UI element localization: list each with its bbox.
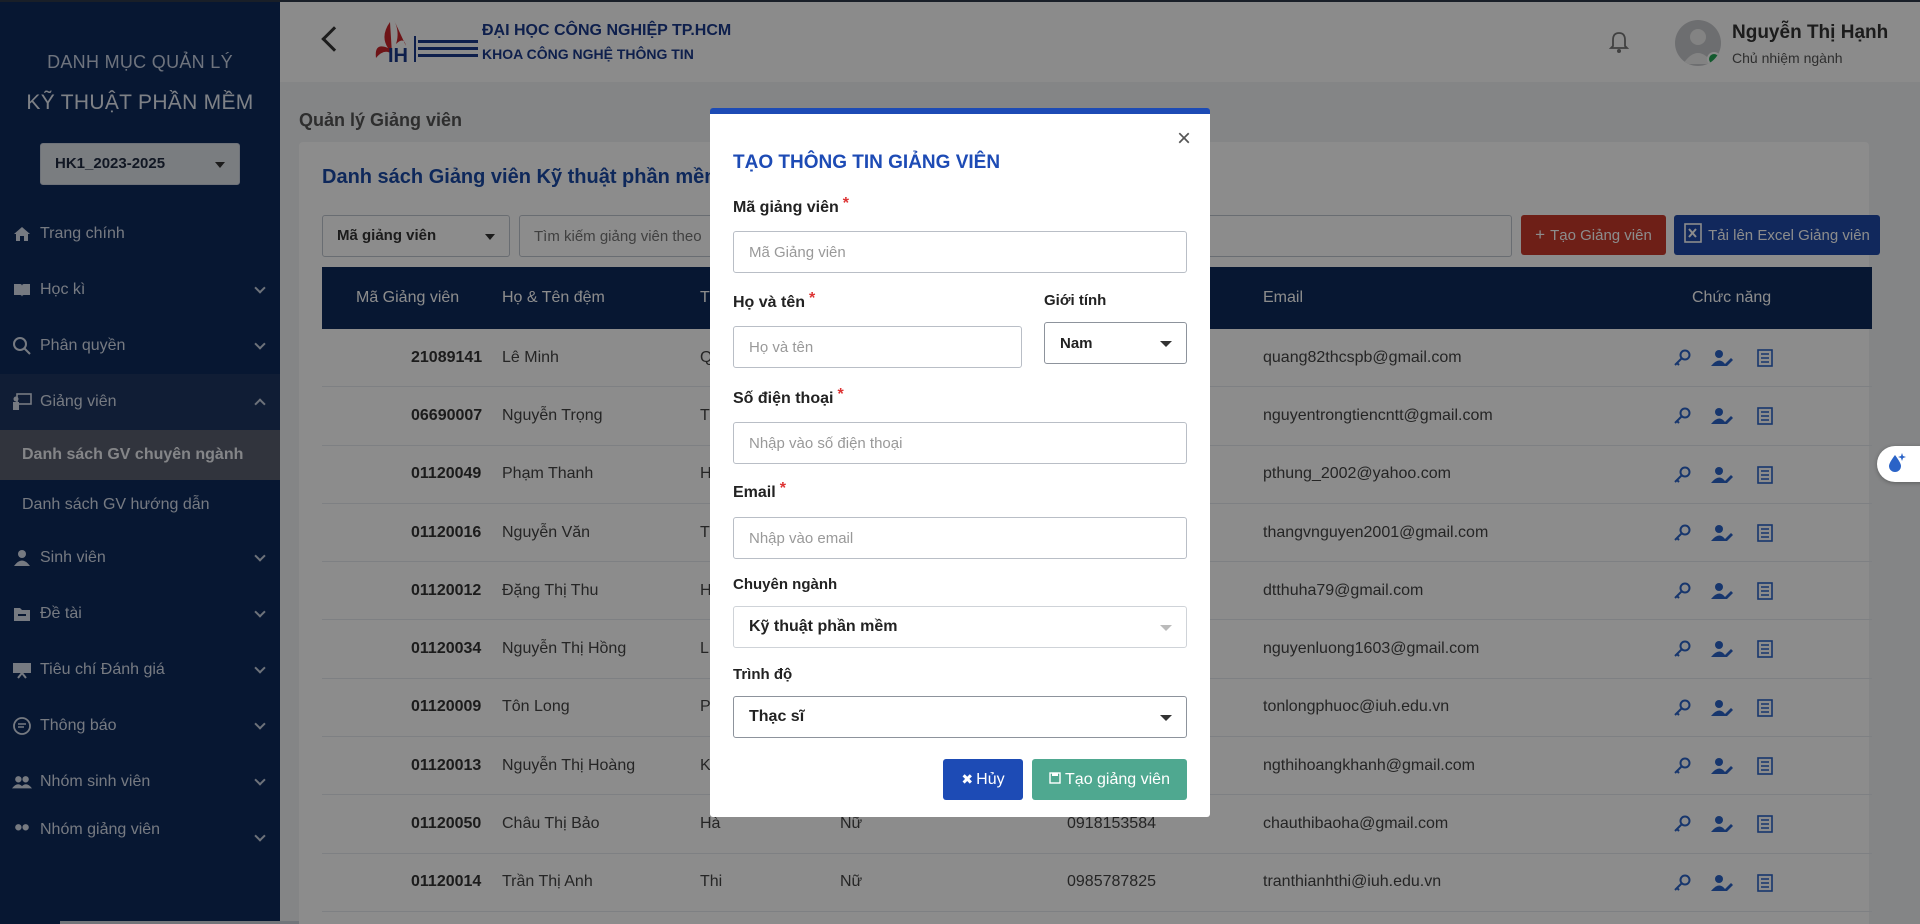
code-label: Mã giảng viên * xyxy=(733,195,849,217)
caret-down-icon xyxy=(1160,715,1172,721)
lecturer-code-input[interactable]: Mã Giảng viên xyxy=(733,231,1187,273)
cancel-button-label: Hủy xyxy=(976,770,1005,788)
email-label: Email * xyxy=(733,480,786,502)
name-label-text: Họ và tên xyxy=(733,294,806,311)
full-name-input[interactable]: Họ và tên xyxy=(733,326,1022,368)
required-mark: * xyxy=(842,195,850,212)
droplet-sparkle-icon xyxy=(1885,451,1907,478)
caret-down-icon xyxy=(1160,341,1172,347)
close-icon[interactable]: × xyxy=(1174,127,1194,151)
phone-placeholder: Nhập vào số điện thoại xyxy=(749,434,903,452)
phone-label-text: Số điện thoại xyxy=(733,390,834,407)
major-select-value: Kỹ thuật phần mềm xyxy=(749,618,898,635)
full-name-placeholder: Họ và tên xyxy=(749,338,814,356)
lecturer-code-placeholder: Mã Giảng viên xyxy=(749,243,846,261)
caret-down-icon xyxy=(1160,625,1172,631)
required-mark: * xyxy=(809,290,816,307)
create-lecturer-button[interactable]: Tạo giảng viên xyxy=(1032,759,1187,800)
create-lecturer-modal: × TẠO THÔNG TIN GIẢNG VIÊN Mã giảng viên… xyxy=(710,108,1210,817)
email-input[interactable]: Nhập vào email xyxy=(733,517,1187,559)
required-mark: * xyxy=(837,386,844,403)
phone-input[interactable]: Nhập vào số điện thoại xyxy=(733,422,1187,464)
major-select[interactable]: Kỹ thuật phần mềm xyxy=(733,606,1187,648)
cancel-button[interactable]: ✖ Hủy xyxy=(943,759,1023,800)
required-mark: * xyxy=(779,480,786,497)
major-label: Chuyên ngành xyxy=(733,576,838,593)
degree-select-value: Thạc sĩ xyxy=(749,708,805,725)
save-icon xyxy=(1049,771,1061,789)
modal-title: TẠO THÔNG TIN GIẢNG VIÊN xyxy=(733,152,1001,173)
name-label: Họ và tên * xyxy=(733,290,815,312)
phone-label: Số điện thoại * xyxy=(733,386,844,408)
gender-select-value: Nam xyxy=(1060,334,1093,352)
gender-label: Giới tính xyxy=(1044,292,1107,309)
email-label-text: Email xyxy=(733,484,776,501)
email-placeholder: Nhập vào email xyxy=(749,529,854,547)
create-lecturer-button-label: Tạo giảng viên xyxy=(1065,770,1170,788)
degree-select[interactable]: Thạc sĩ xyxy=(733,696,1187,738)
floating-widget-button[interactable] xyxy=(1877,446,1920,482)
close-icon: ✖ xyxy=(961,771,974,787)
code-label-text: Mã giảng viên xyxy=(733,199,839,216)
degree-label: Trình độ xyxy=(733,666,793,683)
gender-select[interactable]: Nam xyxy=(1044,322,1187,364)
